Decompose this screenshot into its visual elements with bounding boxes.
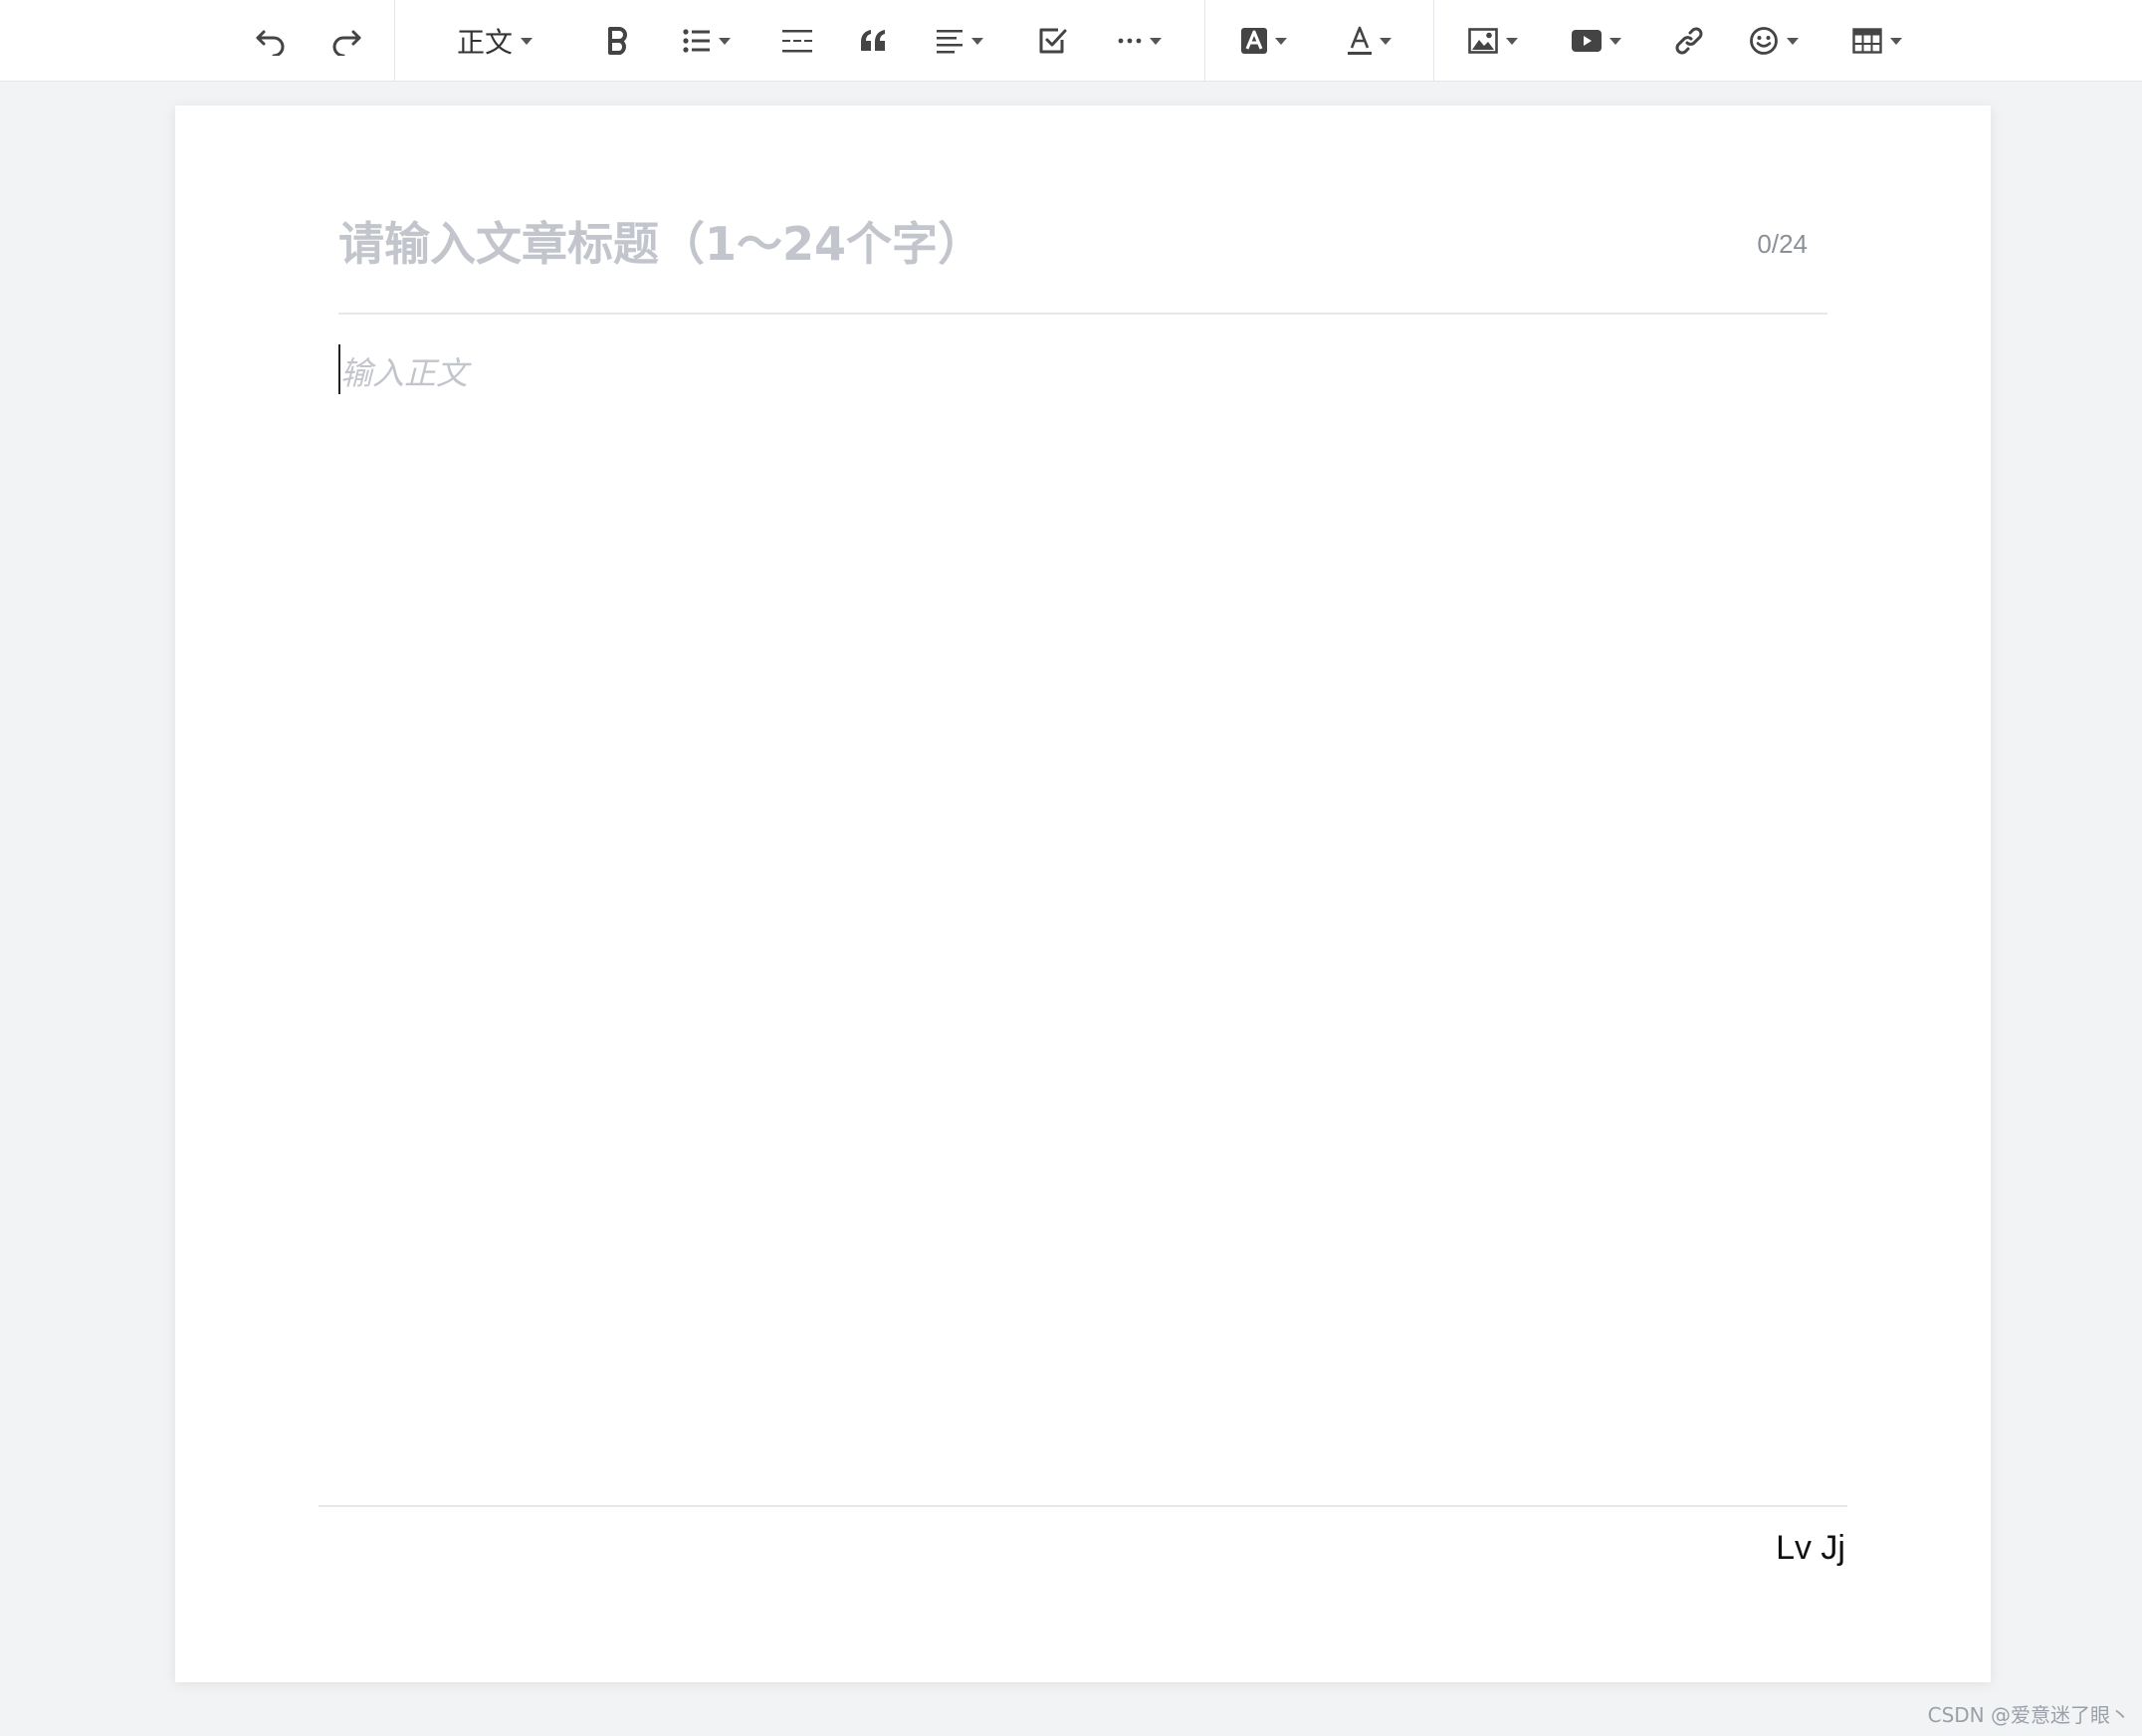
chevron-down-icon <box>521 37 533 45</box>
chevron-down-icon <box>1275 37 1287 45</box>
insert-video-dropdown[interactable] <box>1571 16 1622 66</box>
image-icon <box>1468 28 1498 54</box>
emoji-dropdown[interactable] <box>1748 16 1800 66</box>
task-list-button[interactable] <box>1037 16 1069 66</box>
editor-page: 0/24 输入正文 Lv Jj <box>175 106 1991 1682</box>
body-placeholder: 输入正文 <box>340 354 469 392</box>
insert-link-button[interactable] <box>1672 16 1706 66</box>
undo-button[interactable] <box>249 16 293 66</box>
font-color-dropdown[interactable] <box>1344 16 1395 66</box>
divider-icon <box>782 30 812 53</box>
undo-icon <box>256 30 285 56</box>
table-icon <box>1852 28 1882 54</box>
watermark: CSDN @爱意迷了眼丶 <box>1927 1703 2130 1727</box>
chevron-down-icon <box>1890 37 1902 45</box>
toolbar-separator <box>394 0 395 82</box>
bullet-list-icon <box>683 29 710 53</box>
redo-icon <box>332 30 361 56</box>
chevron-down-icon <box>1150 37 1162 45</box>
bold-button[interactable] <box>601 16 635 66</box>
quote-button[interactable] <box>858 16 888 66</box>
bullet-list-dropdown[interactable] <box>679 16 735 66</box>
video-icon <box>1572 30 1602 52</box>
link-icon <box>1675 27 1703 55</box>
chevron-down-icon <box>1380 37 1392 45</box>
signature: Lv Jj <box>1776 1529 1845 1567</box>
title-char-counter: 0/24 <box>1757 229 1808 259</box>
paragraph-style-label: 正文 <box>456 26 513 59</box>
title-row: 0/24 <box>338 195 1827 315</box>
align-dropdown[interactable] <box>934 16 985 66</box>
editor-toolbar: 正文 <box>0 0 2142 82</box>
chevron-down-icon <box>1787 37 1799 45</box>
font-color-icon <box>1348 26 1372 55</box>
chevron-down-icon <box>1506 37 1518 45</box>
insert-table-dropdown[interactable] <box>1851 16 1903 66</box>
more-icon <box>1118 38 1142 44</box>
article-body-editor[interactable]: 输入正文 <box>338 344 1827 1439</box>
chevron-down-icon <box>971 37 983 45</box>
redo-button[interactable] <box>324 16 368 66</box>
chevron-down-icon <box>1609 37 1621 45</box>
insert-image-dropdown[interactable] <box>1467 16 1519 66</box>
toolbar-separator <box>1433 0 1434 82</box>
divider-button[interactable] <box>780 16 814 66</box>
more-dropdown[interactable] <box>1115 16 1165 66</box>
bold-icon <box>608 27 627 55</box>
highlight-icon <box>1241 28 1267 54</box>
article-title-input[interactable] <box>338 209 1712 279</box>
paragraph-style-dropdown[interactable]: 正文 <box>450 16 539 66</box>
quote-icon <box>861 30 885 51</box>
chevron-down-icon <box>719 37 731 45</box>
toolbar-separator <box>1204 0 1205 82</box>
footer-divider <box>319 1505 1847 1507</box>
align-icon <box>937 30 963 54</box>
emoji-icon <box>1750 27 1778 55</box>
highlight-color-dropdown[interactable] <box>1238 16 1290 66</box>
checkbox-icon <box>1039 28 1067 54</box>
